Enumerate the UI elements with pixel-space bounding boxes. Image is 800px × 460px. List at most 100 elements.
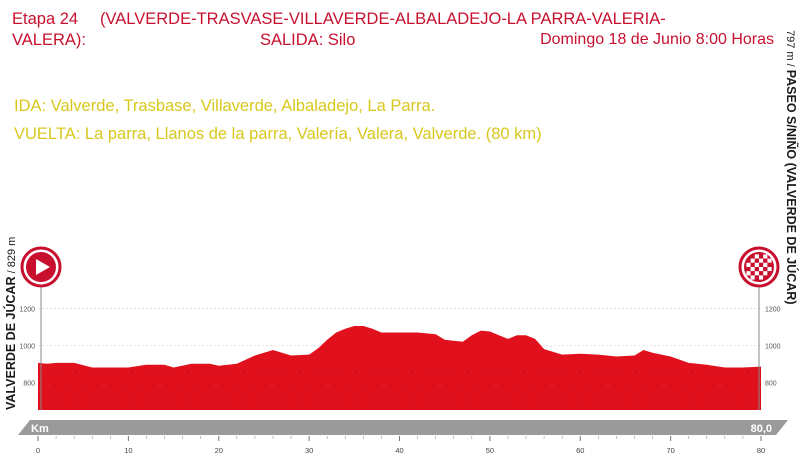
texture-dot — [691, 399, 693, 401]
km-bar-cap-left — [18, 420, 30, 435]
checker-square — [754, 275, 759, 280]
texture-dot — [565, 399, 567, 401]
texture-dot — [271, 371, 273, 373]
checker-square — [767, 271, 772, 276]
texture-dot — [327, 399, 329, 401]
texture-dot — [257, 399, 259, 401]
texture-dot — [145, 371, 147, 373]
texture-dot — [495, 371, 497, 373]
checker-square — [746, 271, 751, 276]
checker-square — [750, 267, 755, 272]
texture-dot — [271, 399, 273, 401]
texture-dot — [488, 385, 490, 387]
texture-dot — [446, 385, 448, 387]
texture-dot — [103, 399, 105, 401]
x-tick-label: 40 — [395, 446, 403, 455]
checker-square — [750, 258, 755, 263]
texture-dot — [229, 399, 231, 401]
texture-dot — [117, 371, 119, 373]
texture-dot — [474, 385, 476, 387]
texture-dot — [117, 399, 119, 401]
texture-dot — [306, 385, 308, 387]
checker-square — [750, 262, 755, 267]
checker-square — [767, 258, 772, 263]
y-axis-right: 800 1000 1200 — [765, 306, 781, 387]
texture-dot — [705, 371, 707, 373]
texture-dot — [684, 385, 686, 387]
checker-square — [763, 267, 768, 272]
texture-dot — [299, 399, 301, 401]
texture-dot — [355, 371, 357, 373]
texture-dot — [222, 385, 224, 387]
x-tick-label: 10 — [124, 446, 132, 455]
texture-dot — [467, 399, 469, 401]
texture-dot — [313, 399, 315, 401]
checker-square — [759, 254, 764, 259]
texture-dot — [579, 399, 581, 401]
checker-square — [746, 262, 751, 267]
texture-dot — [348, 385, 350, 387]
texture-dot — [152, 385, 154, 387]
texture-dot — [103, 371, 105, 373]
texture-dot — [250, 385, 252, 387]
checker-square — [746, 258, 751, 263]
texture-dot — [285, 399, 287, 401]
texture-dot — [481, 399, 483, 401]
x-tick-label: 60 — [576, 446, 584, 455]
texture-dot — [530, 385, 532, 387]
texture-dot — [159, 399, 161, 401]
texture-dot — [145, 399, 147, 401]
checker-square — [763, 262, 768, 267]
texture-dot — [208, 385, 210, 387]
texture-dot — [516, 385, 518, 387]
x-tick-label: 50 — [486, 446, 494, 455]
checker-square — [754, 267, 759, 272]
texture-dot — [327, 371, 329, 373]
checker-square — [759, 275, 764, 280]
texture-dot — [733, 399, 735, 401]
texture-dot — [390, 385, 392, 387]
texture-dot — [243, 399, 245, 401]
texture-dot — [649, 371, 651, 373]
texture-dot — [173, 371, 175, 373]
y-tick-label-right: 1200 — [765, 306, 781, 313]
texture-dot — [691, 371, 693, 373]
texture-dot — [89, 371, 91, 373]
texture-dot — [215, 371, 217, 373]
texture-dot — [593, 371, 595, 373]
texture-dot — [89, 399, 91, 401]
texture-dot — [285, 371, 287, 373]
texture-dot — [649, 399, 651, 401]
texture-dot — [397, 371, 399, 373]
texture-dot — [558, 385, 560, 387]
texture-dot — [131, 399, 133, 401]
texture-dot — [215, 399, 217, 401]
texture-dot — [453, 399, 455, 401]
y-tick-label-right: 800 — [765, 380, 777, 387]
x-tick-label: 30 — [305, 446, 313, 455]
texture-dot — [418, 385, 420, 387]
texture-dot — [712, 385, 714, 387]
texture-dot — [124, 385, 126, 387]
texture-dot — [698, 385, 700, 387]
checker-square — [750, 275, 755, 280]
texture-dot — [411, 399, 413, 401]
y-tick-label-left: 1200 — [19, 306, 35, 313]
texture-dot — [292, 385, 294, 387]
texture-dot — [96, 385, 98, 387]
checker-square — [763, 271, 768, 276]
texture-dot — [257, 371, 259, 373]
texture-dot — [705, 399, 707, 401]
texture-dot — [642, 385, 644, 387]
texture-dot — [383, 371, 385, 373]
texture-dot — [341, 399, 343, 401]
texture-dot — [586, 385, 588, 387]
texture-dot — [397, 399, 399, 401]
texture-dot — [383, 399, 385, 401]
texture-dot — [425, 399, 427, 401]
texture-dot — [68, 385, 70, 387]
texture-dot — [369, 399, 371, 401]
texture-dot — [628, 385, 630, 387]
texture-dot — [537, 399, 539, 401]
texture-dot — [509, 371, 511, 373]
